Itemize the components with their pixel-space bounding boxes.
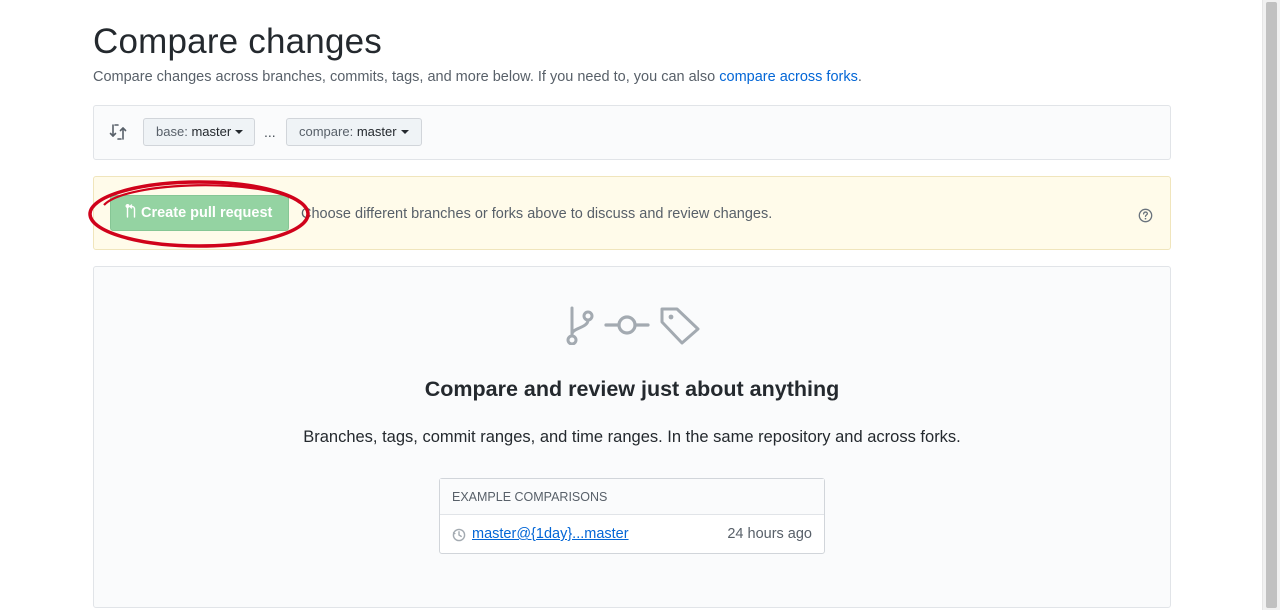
flash-notice: Create pull request Choose different bra… <box>93 176 1171 250</box>
chevron-down-icon <box>235 129 244 134</box>
base-label: base: <box>156 124 188 139</box>
vertical-scrollbar[interactable] <box>1262 0 1280 610</box>
list-item[interactable]: master@{1day}...master 24 hours ago <box>440 515 824 552</box>
example-comparisons: EXAMPLE COMPARISONS master@{1day}...mast… <box>439 478 825 554</box>
compare-branch-select[interactable]: compare: master <box>286 118 422 146</box>
question-icon[interactable] <box>1138 208 1153 223</box>
git-pull-request-icon <box>125 204 136 218</box>
compare-value: master <box>356 124 397 139</box>
base-value: master <box>191 124 232 139</box>
scrollbar-thumb[interactable] <box>1266 2 1277 608</box>
base-branch-select[interactable]: base: master <box>143 118 255 146</box>
chevron-down-icon <box>400 129 409 134</box>
blankslate-heading: Compare and review just about anything <box>424 377 840 401</box>
subtitle-text: Compare changes across branches, commits… <box>93 69 720 85</box>
compare-label: compare: <box>299 124 354 139</box>
compare-page: Compare changes Compare changes across b… <box>0 0 1280 610</box>
subtitle-end: . <box>857 69 862 85</box>
page-subtitle: Compare changes across branches, commits… <box>93 69 862 85</box>
example-comparison-link[interactable]: master@{1day}...master <box>472 526 629 542</box>
flash-message: Choose different branches or forks above… <box>301 206 773 222</box>
history-icon <box>452 528 466 542</box>
create-pull-request-button[interactable]: Create pull request <box>110 195 289 231</box>
range-separator: ... <box>264 124 276 140</box>
blankslate: Compare and review just about anything B… <box>93 266 1171 608</box>
git-compare-icon <box>109 124 127 140</box>
example-comparison-time: 24 hours ago <box>727 526 812 542</box>
blankslate-description: Branches, tags, commit ranges, and time … <box>303 428 961 446</box>
git-branch-icon <box>566 306 594 345</box>
git-commit-icon <box>604 315 650 335</box>
compare-across-forks-link[interactable]: compare across forks <box>719 69 858 85</box>
create-pull-request-label: Create pull request <box>141 205 273 221</box>
tag-icon <box>660 307 700 345</box>
blankslate-icons <box>566 306 700 345</box>
example-comparisons-header: EXAMPLE COMPARISONS <box>440 479 824 515</box>
page-title: Compare changes <box>93 22 382 61</box>
range-editor: base: master ... compare: master <box>93 105 1171 160</box>
